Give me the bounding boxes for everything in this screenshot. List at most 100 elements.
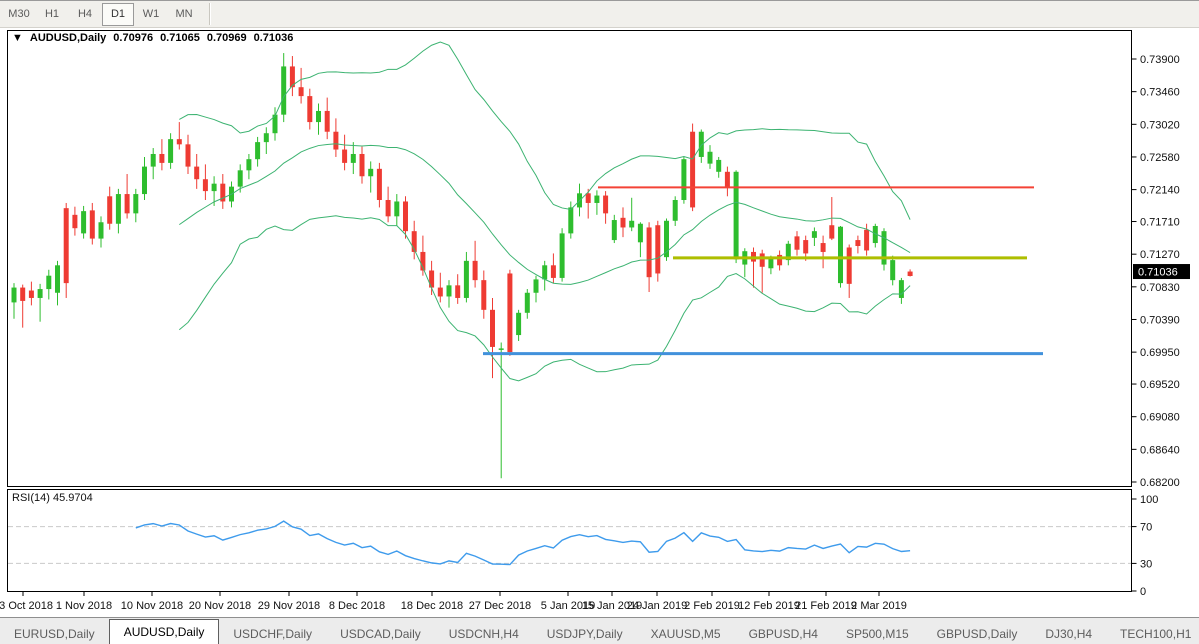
candle-body — [151, 154, 156, 167]
candle-body — [72, 215, 77, 228]
candle-body — [464, 261, 469, 298]
chart-title-part: AUDUSD,Daily — [30, 32, 107, 44]
candle-body — [394, 201, 399, 216]
candle-body — [655, 225, 660, 273]
candle-body — [403, 201, 408, 231]
candle-body — [125, 194, 130, 213]
candle-body — [299, 87, 304, 96]
candle-body — [29, 291, 34, 298]
date-tick-label: 10 Nov 2018 — [121, 600, 183, 612]
candle-body — [681, 159, 686, 200]
candle-body — [534, 279, 539, 292]
candle-body — [281, 66, 286, 114]
chart-tab-xauusd-m5[interactable]: XAUUSD,M5 — [637, 624, 735, 644]
rsi-tick-label: 70 — [1140, 522, 1152, 534]
chart-tab-eurusd-daily[interactable]: EURUSD,Daily — [0, 624, 109, 644]
candle-body — [438, 288, 443, 297]
candle-body — [12, 288, 17, 303]
chart-tab-sp500-m15[interactable]: SP500,M15 — [832, 624, 923, 644]
candle-body — [481, 280, 486, 310]
date-tick-label: 27 Dec 2018 — [469, 600, 531, 612]
candle-body — [899, 280, 904, 298]
candle-body — [386, 200, 391, 216]
chart-tab-gbpusd-daily[interactable]: GBPUSD,Daily — [923, 624, 1032, 644]
candle-body — [803, 240, 808, 253]
candle-body — [525, 293, 530, 313]
price-tick-label: 0.73020 — [1140, 119, 1180, 131]
chart-tab-bar: EURUSD,DailyAUDUSD,DailyUSDCHF,DailyUSDC… — [0, 617, 1199, 644]
chart-canvas[interactable]: 0.739000.734600.730200.725800.721400.717… — [0, 0, 1199, 644]
candle-body — [507, 273, 512, 352]
candle-body — [542, 265, 547, 279]
candle-body — [690, 132, 695, 208]
candle-body — [186, 144, 191, 166]
candle-body — [90, 210, 95, 238]
candle-body — [46, 276, 51, 289]
candle-body — [325, 111, 330, 132]
date-tick-label: 23 Oct 2018 — [0, 600, 53, 612]
rsi-tick-label: 0 — [1140, 586, 1146, 598]
candle-body — [725, 172, 730, 187]
price-tick-label: 0.71270 — [1140, 249, 1180, 261]
candle-body — [734, 172, 739, 260]
candle-body — [159, 154, 164, 163]
chart-tab-audusd-daily[interactable]: AUDUSD,Daily — [109, 619, 220, 644]
candle-body — [351, 154, 356, 163]
candle-body — [447, 285, 452, 296]
chart-tab-usdchf-daily[interactable]: USDCHF,Daily — [219, 624, 326, 644]
candle-body — [795, 236, 800, 249]
candle-body — [455, 285, 460, 298]
candle-body — [246, 159, 251, 170]
candle-body — [368, 169, 373, 176]
candle-body — [821, 243, 826, 252]
candle-body — [142, 167, 147, 194]
chart-title-part: 0.71065 — [160, 32, 200, 44]
date-tick-label: 2 Mar 2019 — [851, 600, 907, 612]
candle-body — [55, 265, 60, 292]
current-price-tag-label: 0.71036 — [1138, 267, 1178, 279]
candle-body — [882, 231, 887, 264]
date-tick-label: 2 Feb 2019 — [684, 600, 740, 612]
chart-title-part: 0.71036 — [254, 32, 294, 44]
chart-tab-dj30-h4[interactable]: DJ30,H4 — [1031, 624, 1106, 644]
price-tick-label: 0.73460 — [1140, 87, 1180, 99]
candle-body — [673, 200, 678, 221]
price-tick-label: 0.68640 — [1140, 444, 1180, 456]
rsi-indicator-label: RSI(14) 45.9704 — [12, 492, 93, 504]
candle-body — [64, 208, 69, 283]
price-tick-label: 0.69080 — [1140, 412, 1180, 424]
price-tick-label: 0.68200 — [1140, 477, 1180, 489]
date-tick-label: 1 Nov 2018 — [56, 600, 112, 612]
date-tick-label: 29 Nov 2018 — [258, 600, 320, 612]
rsi-pane-frame — [8, 490, 1132, 592]
candle-body — [107, 196, 112, 223]
candle-body — [194, 167, 199, 180]
rsi-tick-label: 30 — [1140, 558, 1152, 570]
date-tick-label: 8 Dec 2018 — [329, 600, 385, 612]
price-tick-label: 0.70830 — [1140, 282, 1180, 294]
candle-body — [855, 240, 860, 246]
candle-body — [333, 132, 338, 150]
chart-tab-gbpusd-h4[interactable]: GBPUSD,H4 — [735, 624, 832, 644]
chart-tab-usdcad-daily[interactable]: USDCAD,Daily — [326, 624, 435, 644]
price-tick-label: 0.72140 — [1140, 185, 1180, 197]
price-tick-label: 0.70390 — [1140, 314, 1180, 326]
candle-body — [177, 139, 182, 144]
candle-body — [708, 152, 713, 164]
candle-body — [212, 184, 217, 191]
candle-body — [168, 139, 173, 163]
candle-body — [20, 288, 25, 301]
candle-body — [203, 179, 208, 191]
chart-tab-usdjpy-daily[interactable]: USDJPY,Daily — [533, 624, 637, 644]
date-tick-label: 20 Nov 2018 — [189, 600, 251, 612]
chart-tab-usdcnh-h4[interactable]: USDCNH,H4 — [435, 624, 533, 644]
chart-title-part: 0.70976 — [113, 32, 153, 44]
candle-body — [81, 211, 86, 233]
chart-tab-tech100-h1[interactable]: TECH100,H1 — [1106, 624, 1199, 644]
candle-body — [612, 220, 617, 240]
candle-body — [638, 224, 643, 243]
date-tick-label: 21 Feb 2019 — [795, 600, 857, 612]
price-tick-label: 0.69950 — [1140, 347, 1180, 359]
date-tick-label: 24 Jan 2019 — [627, 600, 688, 612]
candle-body — [594, 196, 599, 203]
